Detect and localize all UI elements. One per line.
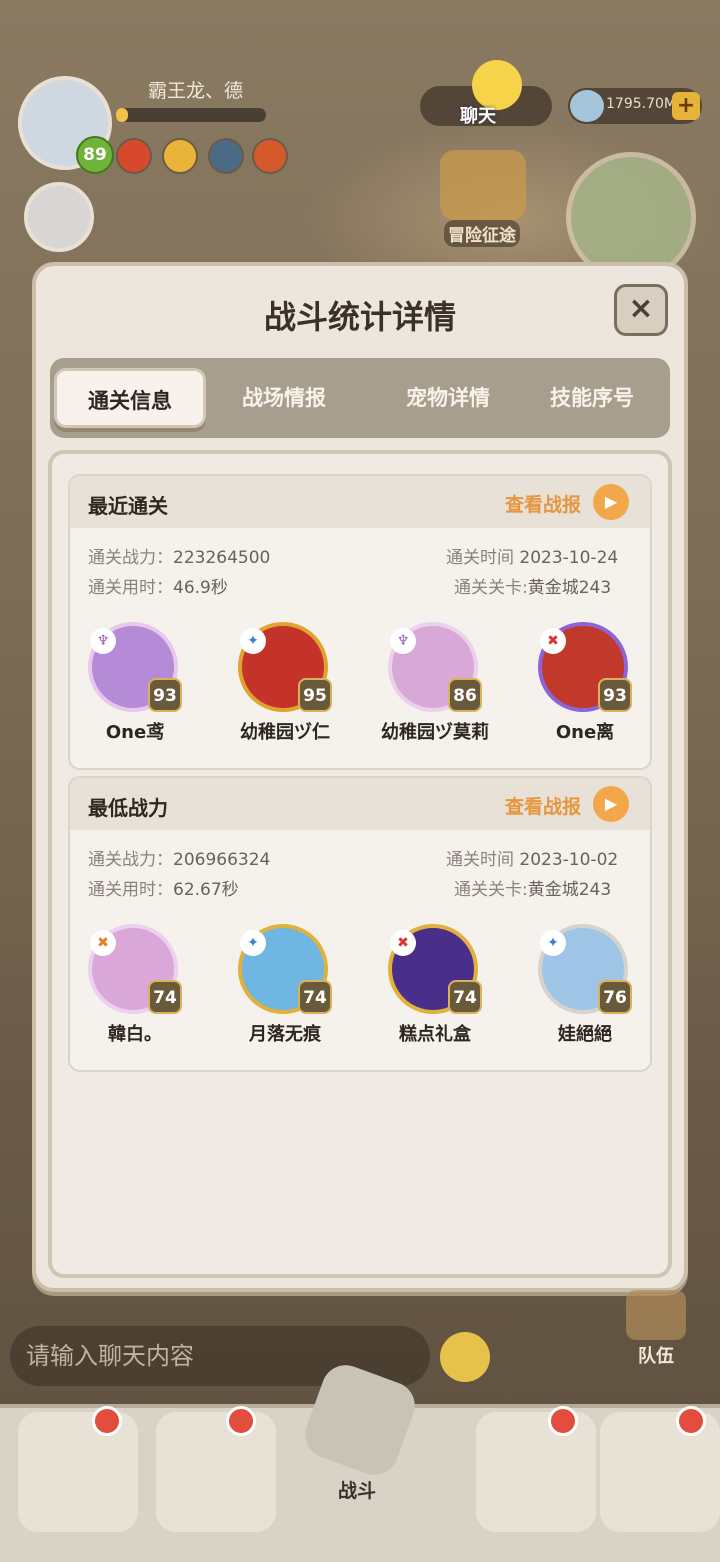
pet-owner-name: One离 bbox=[555, 722, 615, 743]
clear-stage: 通关关卡:黄金城243 bbox=[454, 578, 612, 598]
pet-level-badge: 93 bbox=[598, 678, 632, 712]
buff-icon[interactable] bbox=[208, 138, 244, 174]
element-icon: ♆ bbox=[90, 628, 116, 654]
element-icon: ✦ bbox=[540, 930, 566, 956]
pet-owner-name: 娃絕絕 bbox=[558, 1024, 612, 1045]
adventure-icon[interactable] bbox=[440, 150, 526, 220]
tab-pet-details[interactable]: 宠物详情 bbox=[372, 368, 524, 428]
chat-label: 聊天 bbox=[460, 106, 496, 127]
player-level-badge: 89 bbox=[76, 136, 114, 174]
element-icon: ✦ bbox=[240, 930, 266, 956]
element-icon: ♆ bbox=[390, 628, 416, 654]
clear-stage: 通关关卡:黄金城243 bbox=[454, 880, 612, 900]
secondary-avatar[interactable] bbox=[24, 182, 94, 252]
close-button[interactable]: × bbox=[614, 284, 668, 336]
notification-dot bbox=[548, 1406, 578, 1436]
dialog-title: 战斗统计详情 bbox=[263, 298, 456, 336]
pet-level-badge: 74 bbox=[148, 980, 182, 1014]
pet-owner-name: One鸢 bbox=[105, 722, 165, 743]
emoji-icon[interactable] bbox=[440, 1332, 490, 1382]
buff-icon[interactable] bbox=[252, 138, 288, 174]
card-title: 最低战力 bbox=[88, 796, 168, 820]
pet-owner-name: 韓白。 bbox=[108, 1024, 162, 1045]
nav-item-fight-label: 战斗 bbox=[338, 1480, 377, 1502]
pet-owner-name: 幼稚园ヅ莫莉 bbox=[381, 722, 489, 743]
pet-level-badge: 76 bbox=[598, 980, 632, 1014]
element-icon: ✖ bbox=[390, 930, 416, 956]
clear-time: 通关时间 2023-10-24 bbox=[446, 548, 619, 568]
play-icon[interactable]: ▶ bbox=[593, 786, 629, 822]
buff-icon[interactable] bbox=[116, 138, 152, 174]
clear-duration: 通关用时：62.67秒 bbox=[88, 880, 239, 900]
tab-battlefield-intel[interactable]: 战场情报 bbox=[210, 368, 358, 428]
team-icon[interactable] bbox=[626, 1290, 686, 1340]
tab-clear-info[interactable]: 通关信息 bbox=[54, 368, 206, 428]
team-label: 队伍 bbox=[638, 1346, 674, 1367]
experience-bar bbox=[116, 108, 266, 122]
element-icon: ✖ bbox=[540, 628, 566, 654]
clear-power: 通关战力：223264500 bbox=[88, 548, 271, 568]
clear-time: 通关时间 2023-10-02 bbox=[446, 850, 619, 870]
pet-owner-name: 月落无痕 bbox=[249, 1024, 321, 1045]
element-icon: ✦ bbox=[240, 628, 266, 654]
view-report-link[interactable]: 查看战报 bbox=[505, 792, 581, 819]
nav-item-shop[interactable] bbox=[476, 1412, 596, 1532]
notification-dot bbox=[226, 1406, 256, 1436]
add-currency-button[interactable]: + bbox=[672, 92, 700, 120]
nav-item-hero[interactable] bbox=[156, 1412, 276, 1532]
play-icon[interactable]: ▶ bbox=[593, 484, 629, 520]
pet-owner-name: 幼稚园ヅ仁 bbox=[240, 722, 330, 743]
clear-power: 通关战力：206966324 bbox=[88, 850, 271, 870]
currency-value: 1795.70M bbox=[606, 96, 676, 112]
pet-level-badge: 74 bbox=[448, 980, 482, 1014]
clear-duration: 通关用时：46.9秒 bbox=[88, 578, 228, 598]
notification-dot bbox=[676, 1406, 706, 1436]
buff-icon[interactable] bbox=[162, 138, 198, 174]
pet-owner-name: 糕点礼盒 bbox=[399, 1024, 471, 1045]
player-name: 霸王龙、德 bbox=[148, 80, 244, 102]
gem-icon bbox=[570, 90, 604, 122]
tab-skill-order[interactable]: 技能序号 bbox=[520, 368, 664, 428]
adventure-label: 冒险征途 bbox=[444, 220, 520, 247]
pet-level-badge: 86 bbox=[448, 678, 482, 712]
card-title: 最近通关 bbox=[88, 494, 168, 518]
view-report-link[interactable]: 查看战报 bbox=[505, 490, 581, 517]
pet-level-badge: 74 bbox=[298, 980, 332, 1014]
element-icon: ✖ bbox=[90, 930, 116, 956]
notification-dot bbox=[92, 1406, 122, 1436]
nav-item-pets[interactable] bbox=[18, 1412, 138, 1532]
currency-display[interactable]: 1795.70M + bbox=[568, 88, 702, 124]
pet-level-badge: 95 bbox=[298, 678, 332, 712]
pet-level-badge: 93 bbox=[148, 678, 182, 712]
